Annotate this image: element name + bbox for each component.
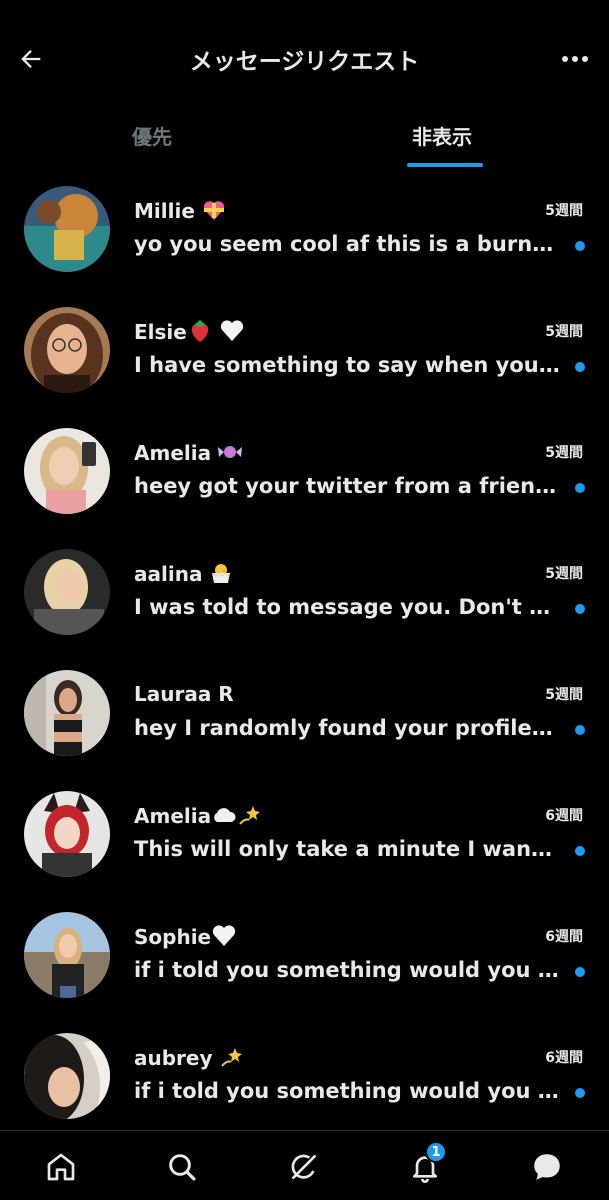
- list-item[interactable]: Amelia 5週間 heey got your twitter from a …: [0, 412, 609, 533]
- timestamp: 5週間: [545, 687, 583, 703]
- sender-name: Lauraa R: [134, 682, 234, 706]
- message-preview: hey I randomly found your profile and th…: [134, 716, 560, 740]
- message-preview: I have something to say when you get a c…: [134, 353, 560, 377]
- heart-with-ribbon-icon: [203, 201, 225, 220]
- nav-home[interactable]: [41, 1147, 81, 1187]
- timestamp: 6週間: [545, 1050, 583, 1066]
- nav-messages[interactable]: [527, 1147, 567, 1187]
- nav-notifications[interactable]: 1: [405, 1141, 447, 1187]
- sender-name: aubrey: [134, 1045, 245, 1070]
- avatar: [24, 428, 110, 514]
- grok-icon: [291, 1154, 316, 1179]
- top-bar: メッセージリクエスト: [0, 0, 609, 118]
- strawberry-icon: [191, 320, 209, 342]
- more-horizontal-icon: [562, 56, 588, 62]
- message-preview: heey got your twitter from a friend of m…: [134, 474, 560, 498]
- avatar: [24, 791, 110, 877]
- dizzy-icon: [239, 806, 261, 825]
- timestamp: 6週間: [545, 929, 583, 945]
- white-heart-icon: [220, 320, 243, 341]
- unread-indicator: [575, 725, 585, 735]
- list-item[interactable]: Millie 5週間 yo you seem cool af this is a…: [0, 170, 609, 291]
- list-item[interactable]: Sophie 6週間 if i told you something would…: [0, 896, 609, 1017]
- list-item[interactable]: aalina 5週間 I was told to message you. Do…: [0, 533, 609, 654]
- unread-indicator: [575, 846, 585, 856]
- avatar: [24, 1033, 110, 1119]
- message-preview: if i told you something would you judge …: [134, 958, 560, 982]
- avatar: [24, 549, 110, 635]
- unread-indicator: [575, 362, 585, 372]
- avatar: [24, 670, 110, 756]
- timestamp: 6週間: [545, 808, 583, 824]
- sender-name: Amelia: [134, 440, 243, 465]
- notification-badge: 1: [425, 1141, 447, 1163]
- hatching-chick-icon: [212, 564, 231, 583]
- unread-indicator: [575, 483, 585, 493]
- search-icon: [169, 1154, 196, 1181]
- message-preview: This will only take a minute I wanted to…: [134, 837, 560, 861]
- bottom-navigation: 1: [0, 1130, 609, 1200]
- cloud-icon: [214, 808, 236, 822]
- sender-name: Sophie: [134, 924, 237, 949]
- list-item[interactable]: aubrey 6週間 if i told you something would…: [0, 1017, 609, 1138]
- tab-priority[interactable]: 優先: [0, 104, 304, 170]
- dizzy-icon: [220, 1048, 242, 1067]
- message-preview: I was told to message you. Don't ask me …: [134, 595, 560, 619]
- timestamp: 5週間: [545, 203, 583, 219]
- list-item[interactable]: Amelia 6週間 This will only take a minute …: [0, 775, 609, 896]
- white-heart-icon: [213, 925, 236, 946]
- nav-search[interactable]: [162, 1147, 202, 1187]
- avatar: [24, 912, 110, 998]
- unread-indicator: [575, 604, 585, 614]
- active-tab-indicator: [407, 163, 483, 167]
- candy-icon: [218, 446, 243, 458]
- avatar: [24, 307, 110, 393]
- nav-grok[interactable]: [284, 1147, 324, 1187]
- unread-indicator: [575, 1088, 585, 1098]
- list-item[interactable]: Lauraa R 5週間 hey I randomly found your p…: [0, 654, 609, 775]
- tab-hidden[interactable]: 非表示: [290, 104, 594, 170]
- sender-name: Amelia: [134, 803, 263, 828]
- list-item[interactable]: Elsie 5週間 I have something to say when y…: [0, 291, 609, 412]
- sender-name: Elsie: [134, 319, 245, 344]
- message-preview: if i told you something would you judge …: [134, 1079, 560, 1103]
- unread-indicator: [575, 967, 585, 977]
- page-title: メッセージリクエスト: [189, 49, 420, 75]
- timestamp: 5週間: [545, 324, 583, 340]
- sender-name: Millie: [134, 198, 227, 223]
- timestamp: 5週間: [545, 566, 583, 582]
- tab-bar: 優先 非表示: [0, 104, 609, 170]
- timestamp: 5週間: [545, 445, 583, 461]
- more-button[interactable]: [555, 42, 595, 76]
- home-icon: [47, 1153, 75, 1181]
- sender-name: aalina: [134, 561, 234, 586]
- message-icon: [534, 1154, 560, 1180]
- avatar: [24, 186, 110, 272]
- unread-indicator: [575, 241, 585, 251]
- message-preview: yo you seem cool af this is a burner acc…: [134, 232, 560, 256]
